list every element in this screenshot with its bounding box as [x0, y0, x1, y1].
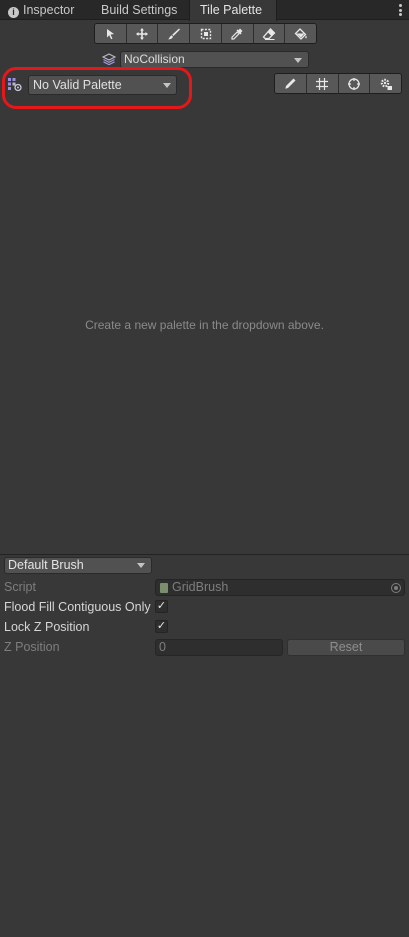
active-tilemap-value: NoCollision [124, 52, 185, 66]
splitter[interactable] [0, 554, 409, 555]
palette-dropdown[interactable]: No Valid Palette [28, 75, 177, 95]
z-position-label: Z Position [4, 640, 60, 654]
picker-tool-button[interactable] [221, 24, 254, 43]
tab-tile-palette-label: Tile Palette [200, 3, 263, 17]
eraser-tool-button[interactable] [253, 24, 286, 43]
eraser-icon [262, 27, 276, 40]
reset-button[interactable]: Reset [287, 639, 405, 656]
grid-toggle-button[interactable] [306, 74, 339, 93]
flood-fill-label: Flood Fill Contiguous Only [4, 600, 151, 614]
palette-edit-toolbar [274, 73, 402, 94]
tile-tools-toolbar [94, 23, 317, 44]
flood-fill-checkbox[interactable]: ✓ [155, 600, 168, 613]
paint-tool-button[interactable] [158, 24, 191, 43]
chevron-down-icon [163, 83, 171, 88]
script-field-value: GridBrush [172, 580, 229, 594]
tab-inspector[interactable]: i Inspector [0, 0, 88, 20]
active-tilemap-dropdown[interactable]: NoCollision [120, 51, 309, 68]
tab-inspector-label: Inspector [23, 3, 75, 17]
empty-palette-message: Create a new palette in the dropdown abo… [85, 318, 324, 332]
grid-icon [316, 77, 329, 90]
z-position-input[interactable]: 0 [155, 639, 283, 656]
object-picker-icon[interactable] [391, 583, 401, 593]
select-icon [107, 28, 115, 39]
tab-bar: i Inspector Build Settings Tile Palette [0, 0, 409, 21]
more-options-icon[interactable] [397, 3, 403, 17]
gizmo-toggle-button[interactable] [338, 74, 371, 93]
brush-dropdown[interactable]: Default Brush [4, 557, 152, 574]
tab-build-settings-label: Build Settings [101, 3, 178, 17]
gizmo-icon [347, 77, 360, 90]
script-object-field: GridBrush [155, 579, 405, 596]
box-fill-tool-button[interactable] [190, 24, 222, 43]
paint-brush-icon [167, 28, 180, 39]
tab-tile-palette[interactable]: Tile Palette [189, 0, 277, 21]
script-file-icon [160, 583, 168, 593]
move-tool-button[interactable] [126, 24, 159, 43]
edit-palette-button[interactable] [275, 74, 307, 93]
tile-palette-icon [8, 78, 22, 92]
script-label: Script [4, 580, 36, 594]
settings-icon [380, 78, 392, 90]
info-icon: i [8, 7, 19, 18]
picker-icon [231, 28, 243, 40]
move-icon [136, 27, 149, 40]
select-tool-button[interactable] [95, 24, 127, 43]
fill-bucket-icon [294, 27, 307, 40]
lock-z-checkbox[interactable]: ✓ [155, 620, 168, 633]
palette-dropdown-value: No Valid Palette [33, 78, 122, 92]
checkmark-icon: ✓ [156, 600, 167, 612]
lock-z-label: Lock Z Position [4, 620, 90, 634]
tilemap-layer-icon [102, 53, 116, 66]
palette-settings-button[interactable] [370, 74, 401, 93]
tab-build-settings[interactable]: Build Settings [92, 0, 188, 20]
chevron-down-icon [137, 563, 145, 568]
box-fill-icon [200, 28, 211, 39]
checkmark-icon: ✓ [156, 620, 167, 632]
fill-tool-button[interactable] [285, 24, 316, 43]
edit-pencil-icon [285, 78, 296, 89]
chevron-down-icon [294, 58, 302, 63]
brush-dropdown-value: Default Brush [8, 558, 84, 572]
